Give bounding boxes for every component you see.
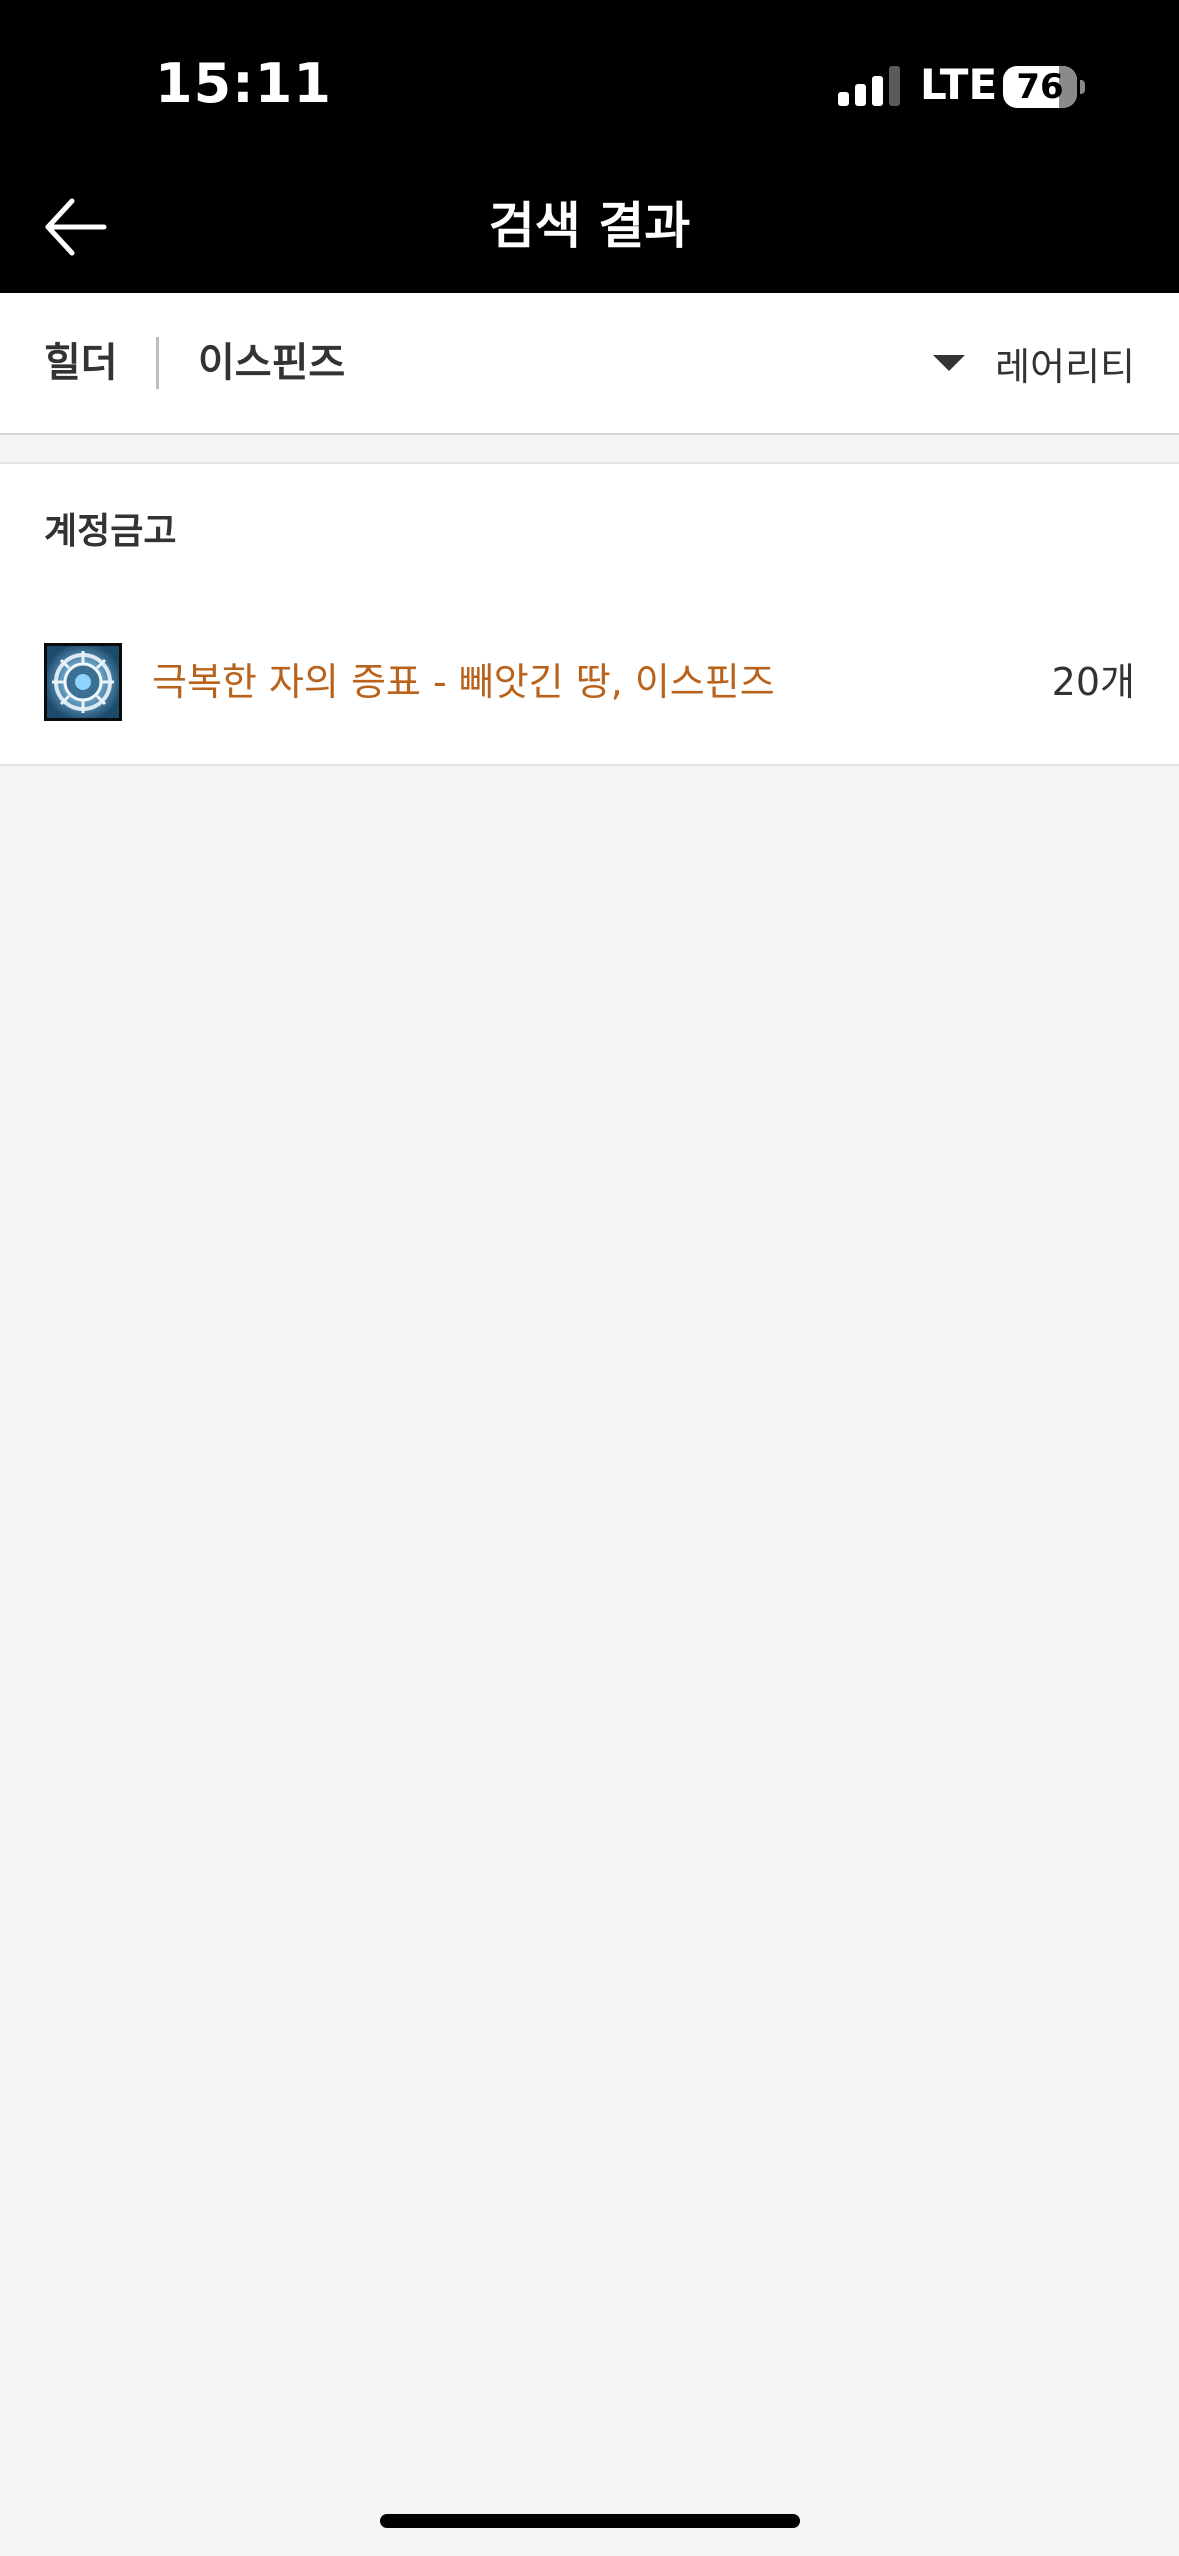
emblem-icon xyxy=(44,643,122,721)
item-name: 극복한 자의 증표 - 빼앗긴 땅, 이스핀즈 xyxy=(152,660,775,704)
server-filter[interactable]: 힐더 xyxy=(44,293,118,433)
rarity-sort-dropdown[interactable]: 레어리티 xyxy=(933,293,1135,433)
status-time: 15:11 xyxy=(155,52,332,115)
page-title: 검색 결과 xyxy=(488,197,691,255)
nav-bar: 검색 결과 xyxy=(0,160,1179,293)
battery-level: 76 xyxy=(1016,67,1064,107)
caret-down-icon xyxy=(933,355,966,371)
section-header: 계정금고 xyxy=(0,462,1179,602)
home-indicator xyxy=(380,2514,800,2528)
sort-label: 레어리티 xyxy=(995,344,1135,389)
filter-divider xyxy=(156,337,159,389)
filter-bar: 힐더 이스핀즈 레어리티 xyxy=(0,293,1179,435)
network-label: LTE xyxy=(920,60,998,109)
character-filter[interactable]: 이스핀즈 xyxy=(198,293,345,433)
back-button[interactable] xyxy=(30,182,120,272)
status-bar: 15:11 LTE 76 xyxy=(0,0,1179,160)
section-title: 계정금고 xyxy=(44,511,177,552)
arrow-left-icon xyxy=(45,198,107,256)
item-count: 20개 xyxy=(1051,660,1135,704)
result-item[interactable]: 극복한 자의 증표 - 빼앗긴 땅, 이스핀즈 20개 xyxy=(0,600,1179,766)
page: 15:11 LTE 76 검색 결과 힐더 이스핀즈 레어리티 계정금고 극복한… xyxy=(0,0,1179,2556)
signal-icon xyxy=(838,66,900,106)
battery-nub xyxy=(1080,80,1085,94)
